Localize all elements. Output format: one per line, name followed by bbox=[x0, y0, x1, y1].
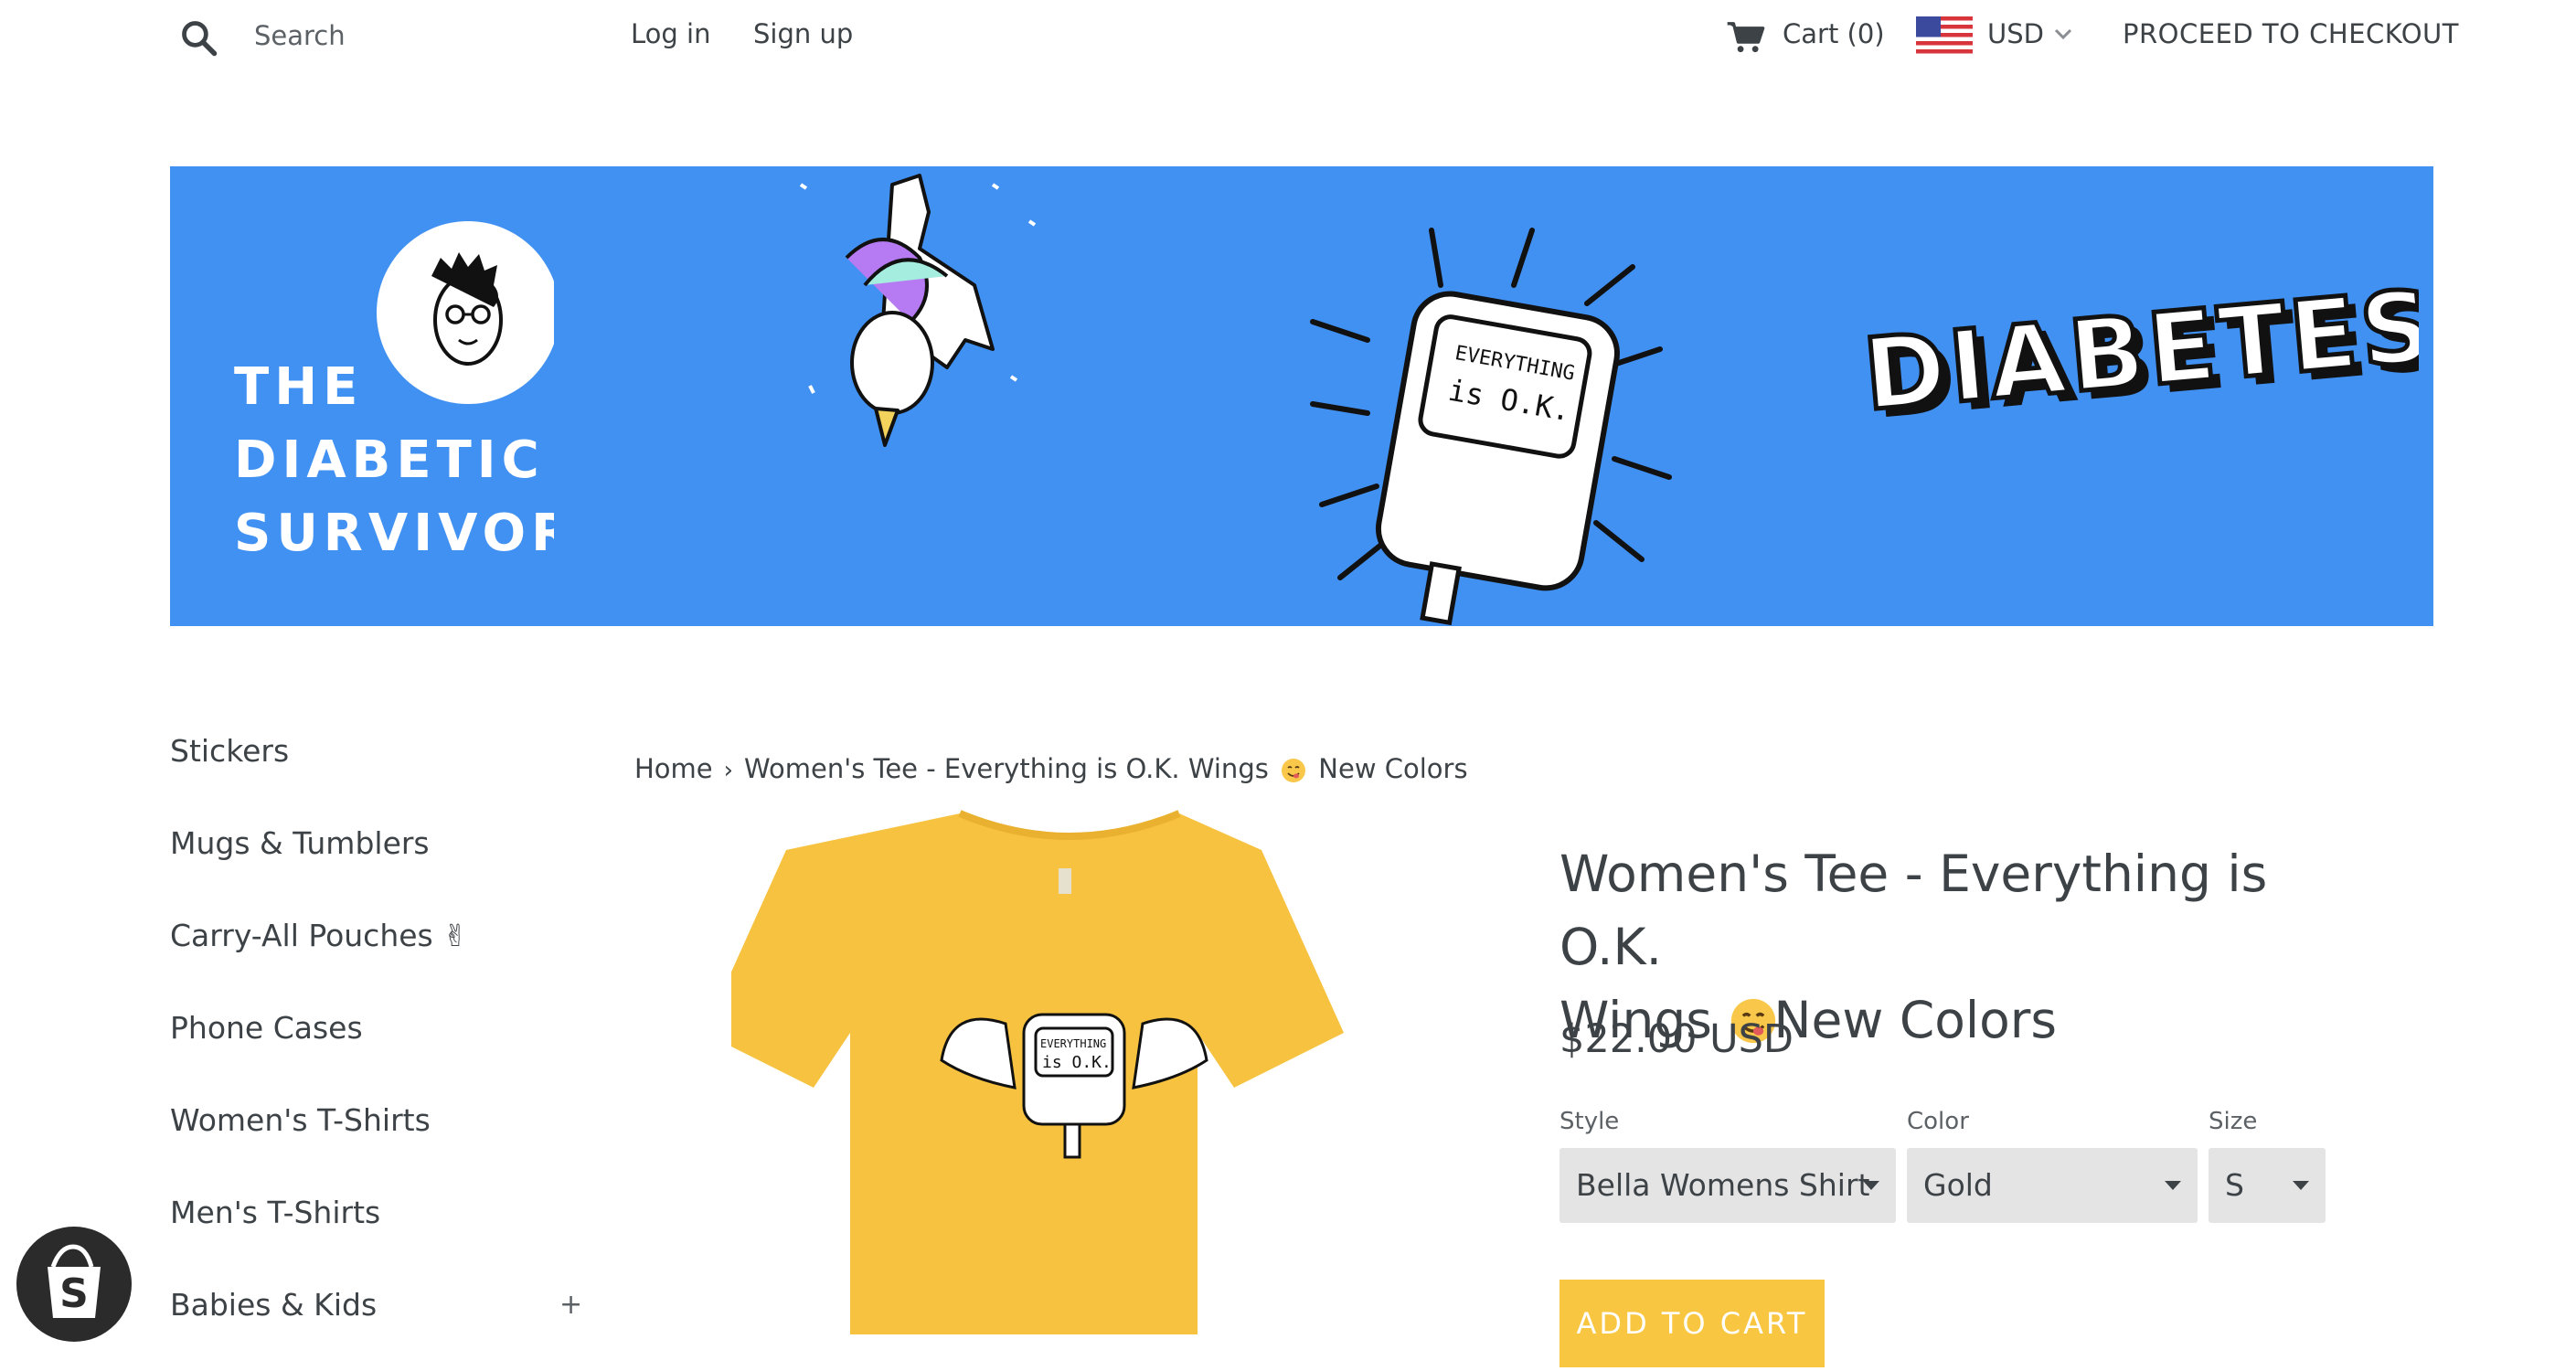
product-title-line2-after: New Colors bbox=[1773, 991, 2058, 1049]
yum-face-emoji-icon bbox=[1282, 759, 1306, 782]
color-select-value: Gold bbox=[1923, 1167, 1993, 1203]
proceed-to-checkout-link[interactable]: PROCEED TO CHECKOUT bbox=[2123, 18, 2459, 49]
dropdown-arrow-icon bbox=[1863, 1181, 1879, 1190]
cart-link[interactable]: Cart (0) bbox=[1783, 18, 1885, 49]
breadcrumb-home-link[interactable]: Home bbox=[634, 753, 713, 784]
dropdown-arrow-icon bbox=[2293, 1181, 2309, 1190]
print-line-2: is O.K. bbox=[1042, 1053, 1112, 1072]
hero-banner[interactable]: THE DIABETIC SURVIVOR EVERYTHING is O.K. bbox=[170, 166, 2433, 626]
breadcrumb-current-after: New Colors bbox=[1318, 753, 1468, 784]
unicorn-illustration bbox=[799, 174, 1037, 447]
us-flag-icon[interactable] bbox=[1916, 16, 1973, 55]
brand-line-2: DIABETIC bbox=[234, 430, 545, 490]
shopify-bag-icon: S bbox=[48, 1244, 101, 1318]
product-title-line1: Women's Tee - Everything is O.K. bbox=[1559, 845, 2268, 976]
svg-text:S: S bbox=[59, 1270, 89, 1317]
signup-link[interactable]: Sign up bbox=[753, 18, 853, 49]
brand-line-1: THE bbox=[234, 357, 363, 417]
style-select[interactable]: Bella Womens Shirt bbox=[1559, 1148, 1896, 1223]
login-link[interactable]: Log in bbox=[631, 18, 710, 49]
chevron-down-icon[interactable] bbox=[2053, 27, 2073, 40]
svg-text:DIABETES: DIABETES bbox=[1859, 270, 2419, 433]
print-line-1: EVERYTHING bbox=[1040, 1037, 1106, 1050]
size-select-value: S bbox=[2225, 1167, 2244, 1203]
product-image[interactable]: EVERYTHING is O.K. bbox=[731, 804, 1408, 1371]
sidebar-item-carry-all-pouches[interactable]: Carry-All Pouches ✌ bbox=[170, 918, 468, 953]
brand-logo: THE DIABETIC SURVIVOR bbox=[234, 221, 554, 559]
sidebar-item-babies-kids[interactable]: Babies & Kids bbox=[170, 1287, 377, 1323]
color-label: Color bbox=[1907, 1108, 1969, 1135]
size-label: Size bbox=[2209, 1108, 2258, 1135]
shopify-chat-button[interactable]: S bbox=[16, 1227, 132, 1342]
breadcrumb: Home › Women's Tee - Everything is O.K. Wi… bbox=[634, 753, 1468, 784]
color-select[interactable]: Gold bbox=[1907, 1148, 2198, 1223]
sidebar-item-womens-tshirts[interactable]: Women's T-Shirts bbox=[170, 1102, 431, 1138]
sidebar-item-mugs-tumblers[interactable]: Mugs & Tumblers bbox=[170, 825, 430, 861]
search-input[interactable]: Search bbox=[254, 20, 346, 51]
breadcrumb-current-before: Women's Tee - Everything is O.K. Wings bbox=[744, 753, 1269, 784]
breadcrumb-separator: › bbox=[723, 757, 734, 784]
expand-plus-icon[interactable]: + bbox=[559, 1289, 582, 1321]
diabetes-wordmark: DIABETES DIABETES bbox=[1857, 267, 2419, 441]
product-price: $22.00 USD bbox=[1559, 1016, 1794, 1062]
currency-select[interactable]: USD bbox=[1987, 18, 2044, 49]
style-select-value: Bella Womens Shirt bbox=[1576, 1167, 1870, 1203]
sidebar-item-mens-tshirts[interactable]: Men's T-Shirts bbox=[170, 1195, 380, 1230]
cart-icon[interactable] bbox=[1726, 20, 1766, 55]
brand-line-3: SURVIVOR bbox=[234, 504, 554, 559]
sidebar-item-phone-cases[interactable]: Phone Cases bbox=[170, 1010, 363, 1046]
style-label: Style bbox=[1559, 1108, 1620, 1135]
sidebar-item-stickers[interactable]: Stickers bbox=[170, 733, 289, 769]
search-icon[interactable] bbox=[179, 18, 219, 58]
size-select[interactable]: S bbox=[2209, 1148, 2326, 1223]
dropdown-arrow-icon bbox=[2165, 1181, 2181, 1190]
glucose-meter-illustration: EVERYTHING is O.K. bbox=[1310, 228, 1672, 626]
